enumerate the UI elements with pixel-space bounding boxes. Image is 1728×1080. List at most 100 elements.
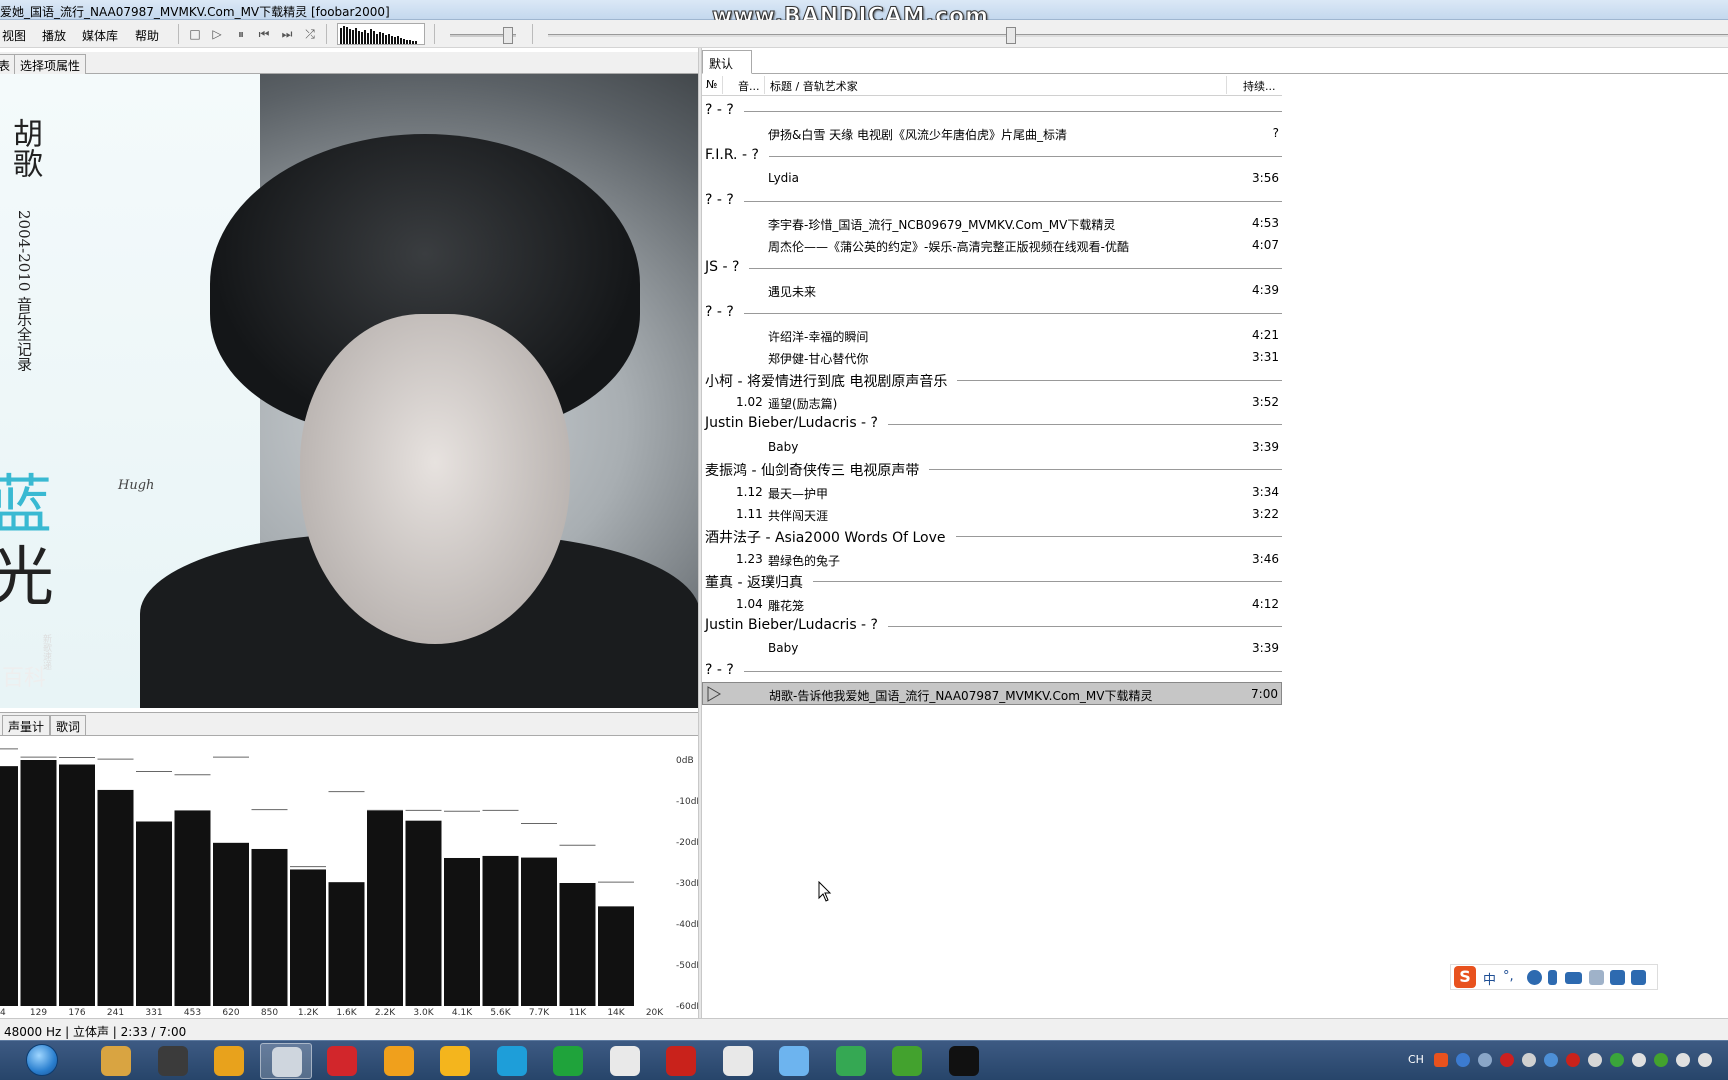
- playlist-track[interactable]: 1.04 雕花笼 4:12: [702, 593, 1282, 615]
- column-separator[interactable]: [764, 76, 765, 94]
- bird-icon: [779, 1046, 809, 1076]
- start-button-icon[interactable]: [26, 1044, 58, 1076]
- playlist-track[interactable]: 许绍洋-幸福的瞬间 4:21: [702, 324, 1282, 346]
- taskbar-app-button[interactable]: [316, 1043, 368, 1079]
- spectrum-bar: [20, 760, 57, 1006]
- grid-icon[interactable]: [1631, 970, 1646, 985]
- playlist-track[interactable]: 1.23 碧绿色的兔子 3:46: [702, 548, 1282, 570]
- playlist-track[interactable]: Baby 3:39: [702, 436, 1282, 458]
- one-icon: [496, 1046, 527, 1076]
- ime-chinese-mode[interactable]: 中: [1483, 969, 1496, 988]
- speaker-tray-icon[interactable]: [1676, 1053, 1690, 1067]
- taskbar-app-button[interactable]: [825, 1043, 877, 1079]
- taskbar-app-button[interactable]: [655, 1043, 707, 1079]
- taskbar-app-button[interactable]: [373, 1043, 425, 1079]
- tab-lyrics[interactable]: 歌词: [50, 715, 87, 735]
- column-number[interactable]: №: [706, 78, 718, 91]
- input-language-indicator[interactable]: CH: [1408, 1053, 1424, 1066]
- playlist-track[interactable]: 李宇春-珍惜_国语_流行_NCB09679_MVMKV.Com_MV下载精灵 4:…: [702, 212, 1282, 234]
- keyboard-icon[interactable]: [1565, 972, 1582, 984]
- playlist-group-header[interactable]: JS - ?: [702, 257, 1282, 279]
- network-tray-icon[interactable]: [1478, 1053, 1492, 1067]
- ime-punctuation[interactable]: °,: [1503, 969, 1514, 984]
- track-title: 郑伊健-甘心替代你: [768, 352, 869, 367]
- record-tray-icon[interactable]: [1500, 1053, 1514, 1067]
- playlist-group-header[interactable]: ? - ?: [702, 190, 1282, 212]
- playlist-group-header[interactable]: ? - ?: [702, 100, 1282, 122]
- taskbar-app-button[interactable]: [259, 1043, 312, 1079]
- menu-help[interactable]: 帮助: [135, 27, 159, 44]
- menu-playback[interactable]: 播放: [42, 27, 66, 44]
- taskbar-app-button[interactable]: [599, 1043, 651, 1079]
- play-icon[interactable]: ▷: [208, 26, 226, 42]
- tab-default-playlist[interactable]: 默认: [702, 50, 752, 74]
- playlist-track[interactable]: 1.02 遥望(励志篇) 3:52: [702, 391, 1282, 413]
- sogou-tray-icon[interactable]: [1434, 1053, 1448, 1067]
- playlist-track[interactable]: 郑伊健-甘心替代你 3:31: [702, 346, 1282, 368]
- stop-icon[interactable]: □: [186, 26, 204, 42]
- playlist-track-playing[interactable]: 胡歌-告诉他我爱她_国语_流行_NAA07987_MVMKV.Com_MV下载精…: [702, 682, 1282, 705]
- 360-tray-icon[interactable]: [1654, 1053, 1668, 1067]
- power-tray-icon[interactable]: [1522, 1053, 1536, 1067]
- tab-selection-properties[interactable]: 选择项属性: [14, 54, 87, 74]
- volume-slider-thumb[interactable]: [503, 27, 513, 44]
- playlist-group-header[interactable]: Justin Bieber/Ludacris - ?: [702, 615, 1282, 637]
- previous-icon[interactable]: ⏮: [255, 26, 273, 42]
- seek-bar-thumb[interactable]: [1006, 27, 1016, 44]
- random-icon[interactable]: ⤮: [301, 26, 319, 42]
- playlist-track[interactable]: 伊扬&白雪 天缘 电视剧《风流少年唐伯虎》片尾曲_标清?: [702, 122, 1282, 144]
- pause-icon[interactable]: ⏸: [232, 26, 250, 42]
- taskbar-app-button[interactable]: [90, 1043, 142, 1079]
- playlist-tabs: 默认: [702, 48, 1728, 74]
- column-track-no[interactable]: 音...: [738, 78, 762, 94]
- update-tray-icon[interactable]: [1610, 1053, 1624, 1067]
- playlist-group-header[interactable]: Justin Bieber/Ludacris - ?: [702, 413, 1282, 435]
- column-title-artist[interactable]: 标题 / 音轨艺术家: [770, 78, 858, 94]
- playlist-track[interactable]: 1.12 最天—护甲 3:34: [702, 481, 1282, 503]
- security-tray-icon[interactable]: [1544, 1053, 1558, 1067]
- column-separator[interactable]: [722, 76, 723, 94]
- playlist-group-header[interactable]: 酒井法子 - Asia2000 Words Of Love: [702, 525, 1282, 548]
- playlist-group-header[interactable]: 董真 - 返璞归真: [702, 570, 1282, 593]
- user-icon[interactable]: [1589, 970, 1604, 985]
- flash-tray-icon[interactable]: [1566, 1053, 1580, 1067]
- playlist-track[interactable]: Baby 3:39: [702, 637, 1282, 659]
- playlist-group-header[interactable]: 小柯 - 将爱情进行到底 电视剧原声音乐: [702, 369, 1282, 391]
- taskbar-app-button[interactable]: [147, 1043, 199, 1079]
- menu-view[interactable]: 视图: [2, 27, 26, 44]
- taskbar-app-button[interactable]: [938, 1043, 990, 1079]
- taskbar-app-button[interactable]: [881, 1043, 933, 1079]
- group-header-text: ? - ?: [705, 303, 744, 320]
- menu-library[interactable]: 媒体库: [82, 27, 118, 44]
- microphone-icon[interactable]: [1548, 970, 1557, 985]
- shirt-icon[interactable]: [1610, 970, 1625, 985]
- explorer-icon: [101, 1046, 131, 1076]
- column-separator[interactable]: [1226, 76, 1227, 94]
- track-title: 伊扬&白雪 天缘 电视剧《风流少年唐伯虎》片尾曲_标清: [768, 128, 1067, 143]
- playlist-track[interactable]: 1.11 共伴闯天涯 3:22: [702, 503, 1282, 525]
- seek-bar[interactable]: [548, 34, 1728, 37]
- taskbar-app-button[interactable]: [768, 1043, 820, 1079]
- volume-tray-icon[interactable]: [1632, 1053, 1646, 1067]
- taskbar-app-button[interactable]: [486, 1043, 538, 1079]
- playlist-group-header[interactable]: 麦振鸿 - 仙剑奇侠传三 电视原声带: [702, 458, 1282, 481]
- taskbar-app-button[interactable]: [203, 1043, 255, 1079]
- taskbar-app-button[interactable]: [429, 1043, 481, 1079]
- playlist-track[interactable]: 周杰伦——《蒲公英的约定》-娱乐-高清完整正版视频在线观看-优酷 4:07: [702, 234, 1282, 256]
- tab-spectrum[interactable]: 声量计: [2, 715, 51, 735]
- playlist-group-header[interactable]: F.I.R. - ?: [702, 145, 1282, 167]
- group-header-line: [742, 312, 1282, 314]
- help-tray-icon[interactable]: [1456, 1053, 1470, 1067]
- emoji-icon[interactable]: [1527, 970, 1542, 985]
- playlist-group-header[interactable]: ? - ?: [702, 302, 1282, 324]
- next-icon[interactable]: ⏭: [278, 26, 296, 42]
- taskbar-app-button[interactable]: [712, 1043, 764, 1079]
- flag-tray-icon[interactable]: [1588, 1053, 1602, 1067]
- taskbar-app-button[interactable]: [542, 1043, 594, 1079]
- playlist-track[interactable]: Lydia 3:56: [702, 167, 1282, 189]
- playlist-track[interactable]: 遇见未来 4:39: [702, 279, 1282, 301]
- column-duration[interactable]: 持续...: [1243, 78, 1276, 94]
- sogou-icon[interactable]: S: [1454, 966, 1476, 988]
- playlist-group-header[interactable]: ? - ?: [702, 660, 1282, 682]
- network-status-tray-icon[interactable]: [1698, 1053, 1712, 1067]
